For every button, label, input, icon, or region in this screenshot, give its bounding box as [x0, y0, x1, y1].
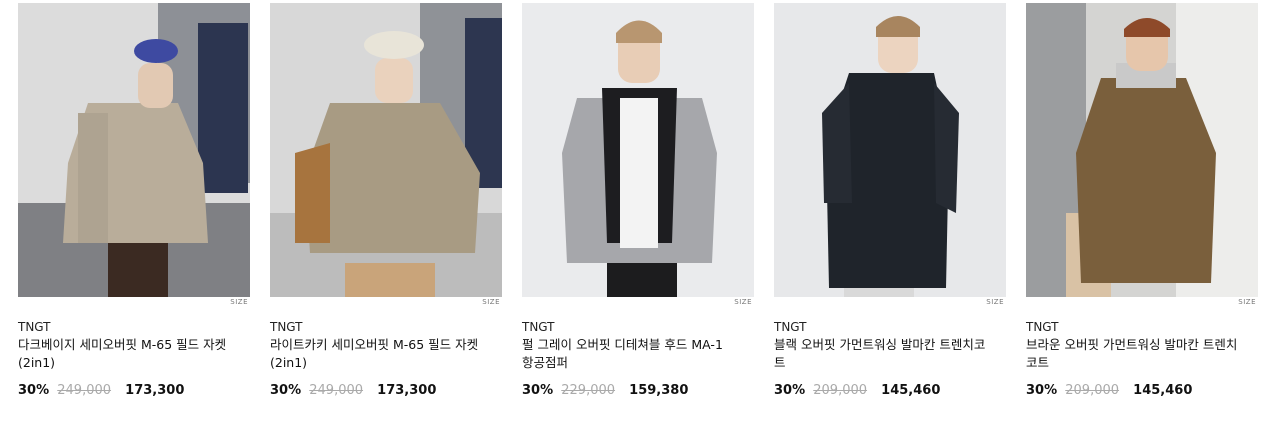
- product-image[interactable]: [774, 3, 1006, 297]
- product-image[interactable]: [522, 3, 754, 297]
- sale-price: 159,380: [629, 383, 689, 398]
- sale-price: 145,460: [1133, 383, 1193, 398]
- size-tag[interactable]: SIZE: [1238, 298, 1256, 306]
- original-price: 209,000: [1065, 383, 1120, 398]
- price-row: 30% 209,000 145,460: [1026, 383, 1192, 398]
- sale-price: 173,300: [125, 383, 185, 398]
- original-price: 249,000: [309, 383, 364, 398]
- brand-label[interactable]: TNGT: [1026, 320, 1059, 334]
- price-row: 30% 209,000 145,460: [774, 383, 940, 398]
- product-name[interactable]: 라이트카키 세미오버핏 M-65 필드 자켓 (2in1): [270, 336, 485, 372]
- price-row: 30% 229,000 159,380: [522, 383, 688, 398]
- brand-label[interactable]: TNGT: [18, 320, 51, 334]
- product-image[interactable]: [18, 3, 250, 297]
- product-image[interactable]: [1026, 3, 1258, 297]
- product-name[interactable]: 브라운 오버핏 가먼트워싱 발마칸 트렌치코트: [1026, 336, 1241, 372]
- product-image[interactable]: [270, 3, 502, 297]
- size-tag[interactable]: SIZE: [734, 298, 752, 306]
- sale-price: 145,460: [881, 383, 941, 398]
- size-tag[interactable]: SIZE: [986, 298, 1004, 306]
- brand-label[interactable]: TNGT: [522, 320, 555, 334]
- brand-label[interactable]: TNGT: [270, 320, 303, 334]
- brand-label[interactable]: TNGT: [774, 320, 807, 334]
- product-name[interactable]: 블랙 오버핏 가먼트워싱 발마칸 트렌치코트: [774, 336, 989, 372]
- discount-rate: 30%: [270, 383, 302, 398]
- discount-rate: 30%: [1026, 383, 1058, 398]
- size-tag[interactable]: SIZE: [230, 298, 248, 306]
- discount-rate: 30%: [522, 383, 554, 398]
- original-price: 229,000: [561, 383, 616, 398]
- product-name[interactable]: 다크베이지 세미오버핏 M-65 필드 자켓 (2in1): [18, 336, 233, 372]
- original-price: 249,000: [57, 383, 112, 398]
- product-name[interactable]: 펄 그레이 오버핏 디테쳐블 후드 MA-1 항공점퍼: [522, 336, 737, 372]
- size-tag[interactable]: SIZE: [482, 298, 500, 306]
- sale-price: 173,300: [377, 383, 437, 398]
- price-row: 30% 249,000 173,300: [270, 383, 436, 398]
- price-row: 30% 249,000 173,300: [18, 383, 184, 398]
- discount-rate: 30%: [18, 383, 50, 398]
- original-price: 209,000: [813, 383, 868, 398]
- product-grid: SIZE TNGT 다크베이지 세미오버핏 M-65 필드 자켓 (2in1) …: [0, 0, 1264, 433]
- discount-rate: 30%: [774, 383, 806, 398]
